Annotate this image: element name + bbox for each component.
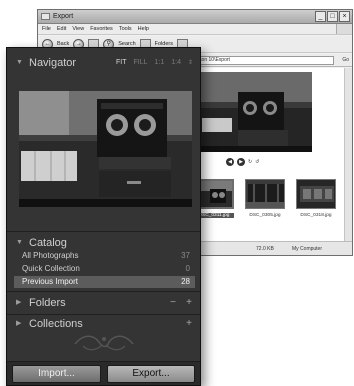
thumbnail-image (245, 179, 285, 209)
explorer-menu-bar: File Edit View Favorites Tools Help (38, 24, 352, 35)
navigator-header[interactable]: ▼ Navigator FIT FILL 1:1 1:4 ⇕ (7, 52, 200, 74)
address-field[interactable]: Lesson 10\Export (188, 56, 334, 65)
explorer-scrollbar[interactable] (344, 68, 352, 242)
thumbnail-caption: DSC_0305.jpg (249, 213, 281, 218)
status-size: 72.0 KB (256, 246, 274, 252)
maximize-icon[interactable]: □ (327, 11, 338, 22)
explorer-image-preview (198, 72, 312, 152)
status-location: My Computer (292, 246, 323, 252)
navigator-title: Navigator (29, 57, 77, 69)
window-controls: _ □ × (315, 11, 350, 22)
menu-help[interactable]: Help (138, 24, 149, 34)
menu-tools[interactable]: Tools (119, 24, 132, 34)
import-export-bar: Import... Export... (7, 361, 200, 385)
close-icon[interactable]: × (339, 11, 350, 22)
thumbnail-item[interactable]: DSC_0305.jpg (245, 179, 285, 218)
catalog-item-all-photographs[interactable]: All Photographs 37 (14, 250, 195, 262)
screenshot-stage: Export _ □ × File Edit View Favorites To… (0, 0, 354, 386)
minimize-icon[interactable]: _ (315, 11, 326, 22)
import-button[interactable]: Import... (12, 365, 101, 383)
zoom-options: FIT FILL 1:1 1:4 ⇕ (116, 57, 193, 69)
preview-controls: ◀ ▶ ↻ ↺ (226, 158, 259, 166)
folders-remove-icon[interactable]: − (170, 295, 176, 311)
zoom-1-1[interactable]: 1:1 (155, 57, 165, 69)
folders-title: Folders (29, 297, 66, 309)
navigator-expand-icon[interactable]: ▼ (16, 59, 23, 67)
catalog-item-count: 0 (185, 264, 190, 273)
thumbnail-list: DSC_0311.jpg DSC_0305.jpg DSC_0318.jpg (194, 179, 336, 218)
catalog-item-label: All Photographs (22, 251, 79, 260)
catalog-item-quick-collection[interactable]: Quick Collection 0 (14, 263, 195, 275)
zoom-1-4[interactable]: 1:4 (171, 57, 181, 69)
catalog-item-previous-import[interactable]: Previous Import 28 (14, 276, 195, 288)
thumbnail-caption: DSC_0318.jpg (300, 213, 332, 218)
next-image-icon[interactable]: ▶ (237, 158, 245, 166)
menu-file[interactable]: File (42, 24, 51, 34)
collections-title: Collections (29, 318, 83, 330)
catalog-expand-icon[interactable]: ▼ (16, 239, 23, 247)
menu-edit[interactable]: Edit (57, 24, 66, 34)
catalog-item-label: Previous Import (22, 277, 79, 286)
windows-logo-icon (336, 24, 352, 34)
stereo-viewer-preview-image (198, 72, 312, 152)
menu-favorites[interactable]: Favorites (90, 24, 113, 34)
folders-collapsed-icon[interactable]: ▶ (16, 299, 21, 307)
lightroom-left-panel: ▼ Navigator FIT FILL 1:1 1:4 ⇕ ▼ Catalog… (6, 47, 201, 386)
rotate-icon[interactable]: ↻ (248, 159, 252, 165)
stereo-viewer-photo (19, 91, 192, 207)
zoom-fit[interactable]: FIT (116, 57, 127, 69)
folder-icon (41, 13, 50, 20)
rotate-counter-icon[interactable]: ↺ (255, 159, 259, 165)
zoom-fill[interactable]: FILL (133, 57, 147, 69)
catalog-item-count: 37 (181, 251, 190, 260)
thumbnail-item[interactable]: DSC_0318.jpg (296, 179, 336, 218)
thumbnail-image (296, 179, 336, 209)
folders-header[interactable]: ▶ Folders − + (7, 292, 200, 314)
catalog-item-count: 28 (181, 277, 190, 286)
go-button[interactable]: Go (342, 56, 349, 65)
menu-view[interactable]: View (72, 24, 84, 34)
catalog-item-label: Quick Collection (22, 264, 80, 273)
panel-end-ornament-icon (69, 332, 139, 354)
catalog-title: Catalog (29, 237, 67, 249)
navigator-preview[interactable] (19, 91, 192, 207)
folders-add-icon[interactable]: + (186, 295, 192, 311)
explorer-title: Export (53, 13, 74, 20)
collections-add-icon[interactable]: + (186, 316, 192, 332)
zoom-dropdown-icon[interactable]: ⇕ (188, 57, 193, 69)
export-button[interactable]: Export... (107, 365, 195, 383)
explorer-title-bar[interactable]: Export _ □ × (38, 10, 352, 24)
previous-image-icon[interactable]: ◀ (226, 158, 234, 166)
collections-collapsed-icon[interactable]: ▶ (16, 320, 21, 328)
